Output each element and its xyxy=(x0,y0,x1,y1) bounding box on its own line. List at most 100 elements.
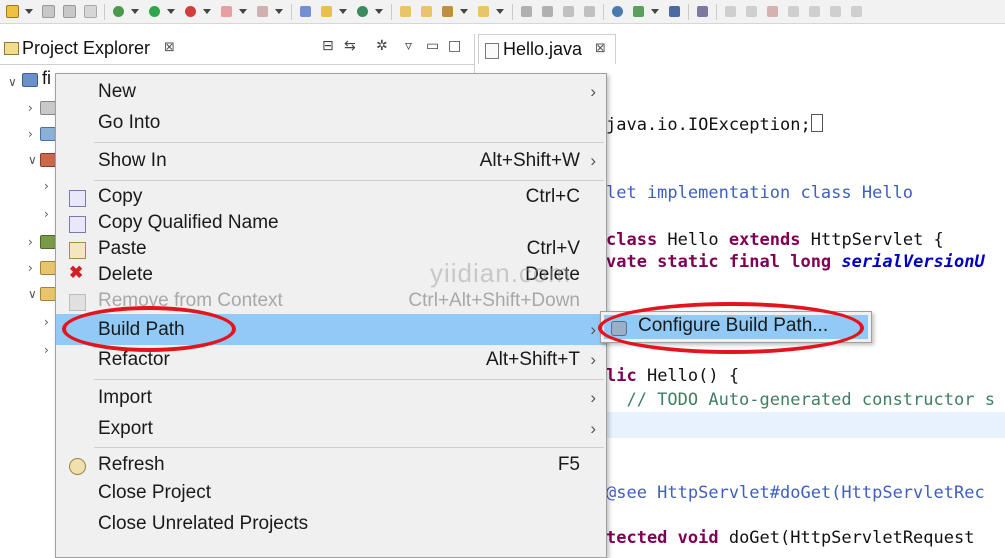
run-dropdown-icon[interactable] xyxy=(167,9,175,14)
validate-dropdown-icon[interactable] xyxy=(651,9,659,14)
watermark: yiidian.com xyxy=(430,258,572,288)
expanded-chevron-icon[interactable]: ∨ xyxy=(8,75,17,89)
minimize-icon[interactable]: ▭ xyxy=(426,38,439,54)
menu-item-refactor[interactable]: Refactor Alt+Shift+T › xyxy=(56,346,606,374)
toolbar-separator xyxy=(512,3,513,20)
menu-item-configure-build-path[interactable]: Configure Build Path... xyxy=(604,315,868,339)
java-class-dropdown-icon[interactable] xyxy=(375,9,383,14)
menu-item-go-into[interactable]: Go Into xyxy=(56,109,606,137)
open-task-icon[interactable] xyxy=(418,3,435,20)
menu-item-label: New xyxy=(98,81,137,102)
filter-icon[interactable]: ✲ xyxy=(376,38,388,54)
menu-item-close-project[interactable]: Close Project xyxy=(56,479,606,507)
search-icon[interactable] xyxy=(439,3,456,20)
menu-item-remove-from-context[interactable]: Remove from Context Ctrl+Alt+Shift+Down xyxy=(56,287,606,315)
collapsed-chevron-icon[interactable]: › xyxy=(44,343,49,357)
editor-tab-hello-java[interactable]: Hello.java ⊠ xyxy=(478,34,616,65)
new-java-project-icon[interactable] xyxy=(318,3,335,20)
new-java-class-icon[interactable] xyxy=(354,3,371,20)
code-line: java.io.IOException; xyxy=(606,114,823,135)
toolbar-separator xyxy=(716,3,717,20)
run-icon[interactable] xyxy=(146,3,163,20)
close-icon[interactable]: ⊠ xyxy=(164,40,175,55)
code-line: // TODO Auto-generated constructor s xyxy=(606,390,995,410)
debug-dropdown-icon[interactable] xyxy=(131,9,139,14)
external-tools-icon[interactable] xyxy=(254,3,271,20)
toggle-mark-icon[interactable] xyxy=(518,3,535,20)
folder-dropdown-icon[interactable] xyxy=(496,9,504,14)
code-text: HttpServlet { xyxy=(800,230,944,250)
browser-icon[interactable] xyxy=(609,3,626,20)
copy-icon xyxy=(69,190,86,207)
collapse-all-icon[interactable]: ⊟ xyxy=(322,38,334,54)
terminate-icon[interactable] xyxy=(764,3,781,20)
link-with-editor-icon[interactable]: ⇆ xyxy=(344,38,356,54)
open-folder-icon[interactable] xyxy=(475,3,492,20)
block-selection-icon[interactable] xyxy=(560,3,577,20)
collapsed-chevron-icon[interactable]: › xyxy=(28,235,33,249)
collapsed-chevron-icon[interactable]: › xyxy=(44,315,49,329)
new-wizard-icon[interactable] xyxy=(4,3,21,20)
toolbar-separator xyxy=(688,3,689,20)
menu-item-copy-qualified-name[interactable]: Copy Qualified Name xyxy=(56,209,606,237)
server-dropdown-icon[interactable] xyxy=(203,9,211,14)
validate-icon[interactable] xyxy=(630,3,647,20)
monitor-icon[interactable] xyxy=(666,3,683,20)
submenu-arrow-icon: › xyxy=(590,419,596,438)
menu-item-build-path[interactable]: Build Path › xyxy=(56,314,606,345)
disconnect-icon[interactable] xyxy=(785,3,802,20)
new-server-icon[interactable] xyxy=(297,3,314,20)
folder-icon xyxy=(40,261,56,275)
collapsed-chevron-icon[interactable]: › xyxy=(44,179,49,193)
menu-item-label: Close Project xyxy=(98,482,211,503)
java-resources-icon xyxy=(40,153,56,167)
external-tools-dropdown-icon[interactable] xyxy=(275,9,283,14)
folder-icon xyxy=(40,287,56,301)
stop-dropdown-icon[interactable] xyxy=(239,9,247,14)
refresh-icon xyxy=(69,458,86,475)
step-over-icon[interactable] xyxy=(827,3,844,20)
view-menu-icon[interactable]: ▿ xyxy=(405,38,412,54)
java-file-icon xyxy=(485,43,499,59)
menu-item-new[interactable]: New › xyxy=(56,78,606,106)
expanded-chevron-icon[interactable]: ∨ xyxy=(28,287,37,301)
print-icon[interactable] xyxy=(82,3,99,20)
code-line: tected void doGet(HttpServletRequest xyxy=(606,528,974,548)
menu-item-refresh[interactable]: Refresh F5 xyxy=(56,451,606,479)
step-into-icon[interactable] xyxy=(806,3,823,20)
collapsed-chevron-icon[interactable]: › xyxy=(28,127,33,141)
menu-item-export[interactable]: Export › xyxy=(56,415,606,443)
folded-code-marker[interactable] xyxy=(810,114,823,132)
show-whitespace-icon[interactable] xyxy=(581,3,598,20)
suspend-icon[interactable] xyxy=(743,3,760,20)
open-type-icon[interactable] xyxy=(397,3,414,20)
maximize-icon[interactable]: □ xyxy=(448,38,461,54)
close-icon[interactable]: ⊠ xyxy=(595,41,606,56)
save-icon[interactable] xyxy=(40,3,57,20)
resume-icon[interactable] xyxy=(722,3,739,20)
copy-qualified-icon xyxy=(69,216,86,233)
run-server-icon[interactable] xyxy=(182,3,199,20)
menu-item-copy[interactable]: Copy Ctrl+C xyxy=(56,183,606,211)
stop-icon[interactable] xyxy=(218,3,235,20)
collapsed-chevron-icon[interactable]: › xyxy=(28,261,33,275)
debug-icon[interactable] xyxy=(110,3,127,20)
menu-item-import[interactable]: Import › xyxy=(56,384,606,412)
search-dropdown-icon[interactable] xyxy=(460,9,468,14)
code-line: @see HttpServlet#doGet(HttpServletRec xyxy=(606,483,985,503)
collapsed-chevron-icon[interactable]: › xyxy=(44,207,49,221)
configure-build-path-icon xyxy=(611,321,627,336)
menu-item-show-in[interactable]: Show In Alt+Shift+W › xyxy=(56,147,606,175)
java-project-dropdown-icon[interactable] xyxy=(339,9,347,14)
submenu-arrow-icon: › xyxy=(590,388,596,407)
collapsed-chevron-icon[interactable]: › xyxy=(28,101,33,115)
toggle-breadcrumb-icon[interactable] xyxy=(539,3,556,20)
step-return-icon[interactable] xyxy=(848,3,865,20)
expanded-chevron-icon[interactable]: ∨ xyxy=(28,153,37,167)
menu-item-close-unrelated-projects[interactable]: Close Unrelated Projects xyxy=(56,510,606,538)
new-dropdown-icon[interactable] xyxy=(25,9,33,14)
save-all-icon[interactable] xyxy=(61,3,78,20)
menu-item-label: Copy Qualified Name xyxy=(98,212,279,233)
skip-breakpoints-icon[interactable] xyxy=(694,3,711,20)
project-explorer-tab[interactable]: Project Explorer ⊠ ⊟ ⇆ ✲ ▿ ▭ □ xyxy=(0,34,474,65)
